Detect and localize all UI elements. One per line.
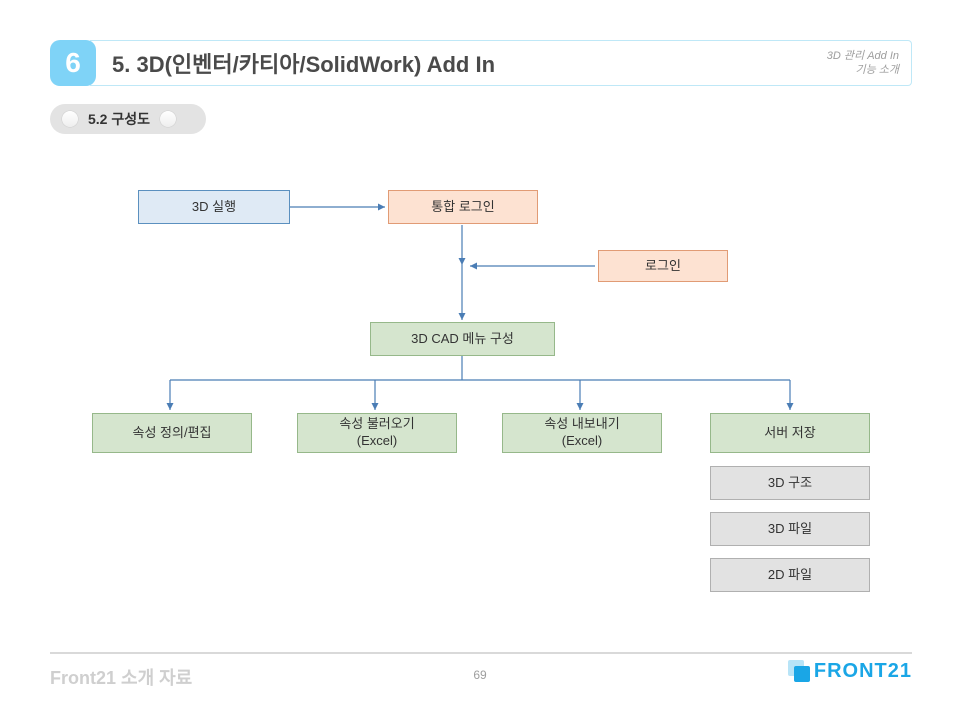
- diagram: 3D 실행 통합 로그인 로그인 3D CAD 메뉴 구성 속성 정의/편집 속…: [50, 170, 912, 640]
- node-server-save: 서버 저장: [710, 413, 870, 453]
- dot-icon: [62, 111, 78, 127]
- node-3d-cad-menu: 3D CAD 메뉴 구성: [370, 322, 555, 356]
- node-unified-login: 통합 로그인: [388, 190, 538, 224]
- section-subheader-text: 5.2 구성도: [88, 109, 150, 129]
- node-3d-run: 3D 실행: [138, 190, 290, 224]
- title-note-line1: 3D 관리 Add In: [827, 50, 899, 62]
- node-login: 로그인: [598, 250, 728, 282]
- footer-logo: FRONT21: [792, 660, 912, 683]
- logo-squares-icon: [792, 664, 808, 680]
- node-2d-file: 2D 파일: [710, 558, 870, 592]
- title-bar: 5. 3D(인벤터/카티아/SolidWork) Add In 3D 관리 Ad…: [90, 40, 912, 86]
- node-3d-structure: 3D 구조: [710, 466, 870, 500]
- node-attr-edit: 속성 정의/편집: [92, 413, 252, 453]
- dot-icon: [160, 111, 176, 127]
- node-attr-import-excel: 속성 불러오기 (Excel): [297, 413, 457, 453]
- node-attr-export-excel: 속성 내보내기 (Excel): [502, 413, 662, 453]
- node-3d-file: 3D 파일: [710, 512, 870, 546]
- title-note: 3D 관리 Add In 기능 소개: [827, 49, 899, 78]
- footer-divider: [50, 652, 912, 654]
- section-subheader: 5.2 구성도: [50, 104, 206, 134]
- chapter-number-badge: 6: [50, 40, 96, 86]
- footer-logo-text: FRONT21: [814, 660, 912, 683]
- header: 6 5. 3D(인벤터/카티아/SolidWork) Add In 3D 관리 …: [50, 40, 912, 86]
- title-note-line2: 기능 소개: [855, 64, 899, 76]
- page-title: 5. 3D(인벤터/카티아/SolidWork) Add In: [112, 47, 495, 79]
